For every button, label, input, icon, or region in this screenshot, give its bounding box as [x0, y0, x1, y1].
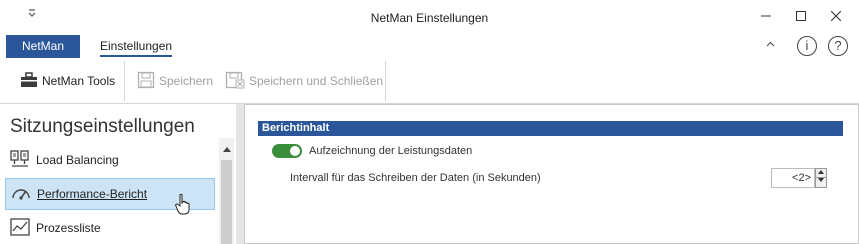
- toolbar-separator: [124, 61, 125, 101]
- settings-content: Berichtinhalt Aufzeichnung der Leistungs…: [244, 104, 859, 244]
- sidebar-item-label: Load Balancing: [36, 153, 119, 167]
- window-title: NetMan Einstellungen: [370, 11, 489, 25]
- save-and-close-button[interactable]: Speichern und Schließen: [225, 70, 383, 92]
- scroll-up-button[interactable]: [219, 142, 234, 156]
- save-icon: [137, 71, 155, 92]
- chart-icon: [10, 217, 30, 239]
- title-bar: NetMan Einstellungen: [0, 0, 859, 34]
- tab-einstellungen[interactable]: Einstellungen: [93, 35, 179, 58]
- toolbox-icon: [20, 71, 38, 91]
- maximize-button[interactable]: [787, 6, 815, 28]
- save-label: Speichern: [159, 74, 214, 88]
- stepper-down-icon[interactable]: [816, 178, 826, 187]
- collapse-ribbon-icon[interactable]: [766, 38, 775, 52]
- sidebar-item-performance-bericht[interactable]: Performance-Bericht: [5, 178, 215, 215]
- sidebar: Sitzungseinstellungen Load Balancing Per…: [0, 104, 236, 244]
- close-button[interactable]: [822, 6, 850, 28]
- help-icon[interactable]: ?: [828, 36, 848, 56]
- gauge-icon: [11, 184, 31, 205]
- save-close-icon: [225, 71, 245, 92]
- active-tab-indicator: [100, 55, 173, 57]
- ribbon-toolbar: NetMan Tools Speichern Speichern und Sch…: [0, 58, 859, 104]
- save-button[interactable]: Speichern: [137, 70, 213, 92]
- recording-toggle[interactable]: [272, 144, 302, 158]
- toggle-knob: [290, 146, 300, 156]
- minimize-button[interactable]: [752, 6, 780, 28]
- netman-tools-button[interactable]: NetMan Tools: [20, 70, 115, 92]
- sidebar-item-label: Performance-Bericht: [37, 187, 148, 201]
- toolbar-separator: [385, 61, 386, 101]
- sidebar-item-label: Prozessliste: [36, 221, 101, 235]
- sidebar-item-load-balancing[interactable]: Load Balancing: [5, 144, 215, 176]
- load-balancing-icon: [10, 149, 30, 171]
- interval-input[interactable]: [771, 168, 815, 188]
- interval-label: Intervall für das Schreiben der Daten (i…: [290, 172, 541, 184]
- interval-stepper[interactable]: [815, 168, 827, 188]
- panel-splitter[interactable]: [236, 104, 244, 244]
- stepper-up-icon[interactable]: [816, 169, 826, 178]
- tab-label: Einstellungen: [100, 39, 173, 53]
- scroll-thumb[interactable]: [221, 160, 232, 244]
- section-header: Berichtinhalt: [258, 121, 843, 136]
- sidebar-title: Sitzungseinstellungen: [10, 116, 195, 137]
- save-close-label: Speichern und Schließen: [249, 74, 384, 88]
- ribbon-tabs: NetMan Einstellungen i ?: [0, 34, 859, 58]
- info-icon[interactable]: i: [797, 36, 817, 56]
- netman-tools-label: NetMan Tools: [42, 74, 116, 88]
- tab-netman[interactable]: NetMan: [6, 35, 80, 58]
- sidebar-scrollbar[interactable]: [219, 138, 234, 244]
- recording-toggle-label: Aufzeichnung der Leistungsdaten: [309, 145, 473, 157]
- sidebar-item-prozessliste[interactable]: Prozessliste: [5, 212, 215, 244]
